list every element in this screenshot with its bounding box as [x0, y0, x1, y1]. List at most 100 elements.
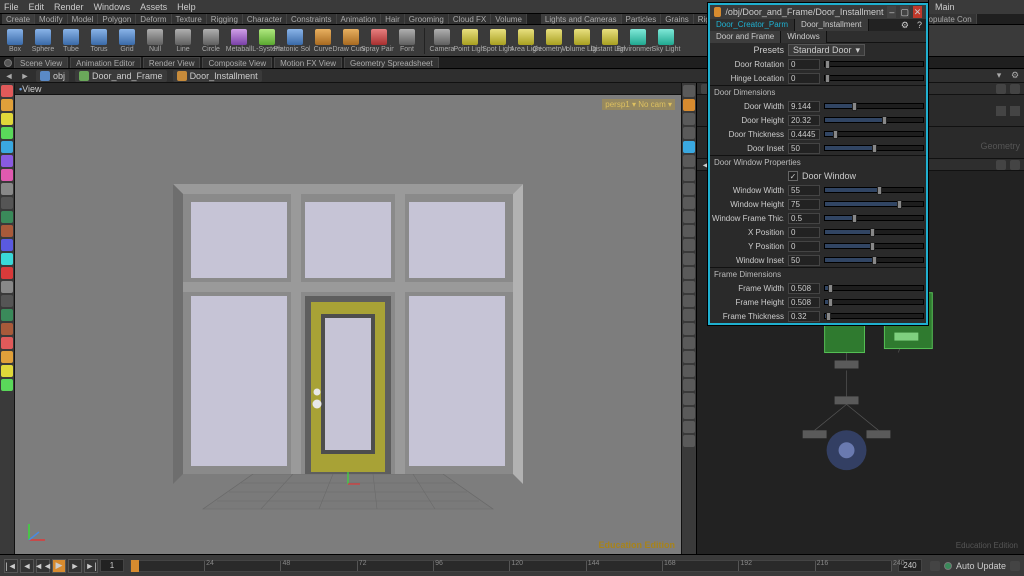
- vtool-icon[interactable]: [683, 295, 695, 307]
- shelf-tool[interactable]: Grid: [114, 26, 140, 56]
- param-slider[interactable]: [824, 229, 924, 235]
- vtool-icon[interactable]: [1, 253, 13, 265]
- vtool-icon[interactable]: [683, 99, 695, 111]
- param-value[interactable]: 0: [788, 241, 820, 252]
- shelf-tool[interactable]: Sky Light: [653, 26, 679, 56]
- param-slider[interactable]: [824, 313, 924, 319]
- vtool-icon[interactable]: [1, 85, 13, 97]
- param-tool-icon-2[interactable]: [1010, 106, 1020, 116]
- shelf-tool[interactable]: Metaball: [226, 26, 252, 56]
- param-slider[interactable]: [824, 61, 924, 67]
- vtool-icon[interactable]: [683, 323, 695, 335]
- vtool-icon[interactable]: [1, 379, 13, 391]
- vtool-icon[interactable]: [683, 267, 695, 279]
- net-opts-icon[interactable]: [1010, 160, 1020, 170]
- param-value[interactable]: 0: [788, 73, 820, 84]
- vtool-icon[interactable]: [683, 337, 695, 349]
- vtool-icon[interactable]: [1, 127, 13, 139]
- vtool-icon[interactable]: [683, 141, 695, 153]
- param-slider[interactable]: [824, 187, 924, 193]
- shelf-tool[interactable]: Box: [2, 26, 28, 56]
- vtool-icon[interactable]: [1, 365, 13, 377]
- param-value[interactable]: 50: [788, 143, 820, 154]
- vtool-icon[interactable]: [683, 253, 695, 265]
- pane-gear-icon[interactable]: [1010, 84, 1020, 94]
- vtool-icon[interactable]: [683, 379, 695, 391]
- vtool-icon[interactable]: [683, 169, 695, 181]
- shelf-tab[interactable]: Modify: [35, 14, 68, 25]
- vtool-icon[interactable]: [1, 351, 13, 363]
- vtool-icon[interactable]: [683, 85, 695, 97]
- shelf-tab[interactable]: Constraints: [287, 14, 336, 25]
- pane-tab[interactable]: Render View: [143, 57, 201, 68]
- vtool-icon[interactable]: [1, 113, 13, 125]
- param-value[interactable]: 55: [788, 185, 820, 196]
- param-slider[interactable]: [824, 117, 924, 123]
- pane-tab[interactable]: Geometry Spreadsheet: [344, 57, 439, 68]
- viewport[interactable]: persp1 ▾ No cam ▾: [15, 95, 681, 554]
- param-value[interactable]: 0.508: [788, 283, 820, 294]
- vtool-icon[interactable]: [683, 211, 695, 223]
- timeline-track[interactable]: 124487296120144168192216240: [130, 560, 892, 572]
- shelf-tab[interactable]: Polygon: [98, 14, 136, 25]
- param-slider[interactable]: [824, 145, 924, 151]
- path-gear-icon[interactable]: ⚙: [1010, 71, 1020, 81]
- vtool-icon[interactable]: [1, 295, 13, 307]
- crumb-obj[interactable]: obj: [36, 70, 69, 82]
- path-dropdown-icon[interactable]: ▾: [994, 71, 1004, 81]
- shelf-tool[interactable]: Torus: [86, 26, 112, 56]
- shelf-tool[interactable]: Environmen...: [625, 26, 651, 56]
- shelf-tab[interactable]: Create: [2, 14, 35, 25]
- param-value[interactable]: 9.144: [788, 101, 820, 112]
- param-help-icon[interactable]: ?: [913, 20, 926, 30]
- play-button[interactable]: ▶: [52, 559, 66, 573]
- shelf-tab[interactable]: Animation: [337, 14, 382, 25]
- vtool-icon[interactable]: [1, 211, 13, 223]
- menu-help[interactable]: Help: [177, 2, 196, 12]
- pane-tab[interactable]: Composite View: [202, 57, 272, 68]
- vtool-icon[interactable]: [1, 239, 13, 251]
- shelf-tool[interactable]: Tube: [58, 26, 84, 56]
- window-close-icon[interactable]: ✕: [913, 6, 922, 18]
- vtool-icon[interactable]: [683, 281, 695, 293]
- pane-plus-icon[interactable]: [996, 84, 1006, 94]
- vtool-icon[interactable]: [683, 351, 695, 363]
- vtool-icon[interactable]: [683, 393, 695, 405]
- vtool-icon[interactable]: [1, 169, 13, 181]
- shelf-tab[interactable]: Grains: [661, 14, 694, 25]
- shelf-tab[interactable]: Character: [243, 14, 287, 25]
- vtool-icon[interactable]: [1, 309, 13, 321]
- vtool-icon[interactable]: [1, 183, 13, 195]
- param-slider[interactable]: [824, 285, 924, 291]
- pane-menu-icon[interactable]: [4, 59, 12, 67]
- shelf-tool[interactable]: Line: [170, 26, 196, 56]
- timeline-menu-icon[interactable]: [1010, 561, 1020, 571]
- shelf-tool[interactable]: Spot Light: [485, 26, 511, 56]
- vtool-icon[interactable]: [683, 113, 695, 125]
- nav-back-icon[interactable]: ◄: [4, 71, 14, 81]
- vtool-icon[interactable]: [683, 155, 695, 167]
- param-value[interactable]: 0.32: [788, 311, 820, 322]
- param-slider[interactable]: [824, 75, 924, 81]
- presets-dropdown[interactable]: Standard Door▾: [788, 44, 865, 56]
- vtool-icon[interactable]: [683, 421, 695, 433]
- vtool-icon[interactable]: [683, 225, 695, 237]
- play-next-icon[interactable]: ►: [68, 559, 82, 573]
- play-back-icon[interactable]: ◄◄: [36, 559, 50, 573]
- vtool-icon[interactable]: [683, 365, 695, 377]
- param-value[interactable]: 0: [788, 227, 820, 238]
- vtool-icon[interactable]: [1, 281, 13, 293]
- vtool-icon[interactable]: [1, 141, 13, 153]
- vtool-icon[interactable]: [1, 99, 13, 111]
- param-value[interactable]: 0: [788, 59, 820, 70]
- menu-windows[interactable]: Windows: [94, 2, 131, 12]
- shelf-tab[interactable]: Deform: [136, 14, 171, 25]
- param-gear-icon[interactable]: ⚙: [897, 20, 913, 31]
- shelf-tool[interactable]: Font: [394, 26, 420, 56]
- frame-current[interactable]: 1: [100, 559, 124, 572]
- shelf-tool[interactable]: Sphere: [30, 26, 56, 56]
- menu-edit[interactable]: Edit: [29, 2, 45, 12]
- param-value[interactable]: 0.508: [788, 297, 820, 308]
- crumb-level1[interactable]: Door_and_Frame: [75, 70, 167, 82]
- param-slider[interactable]: [824, 201, 924, 207]
